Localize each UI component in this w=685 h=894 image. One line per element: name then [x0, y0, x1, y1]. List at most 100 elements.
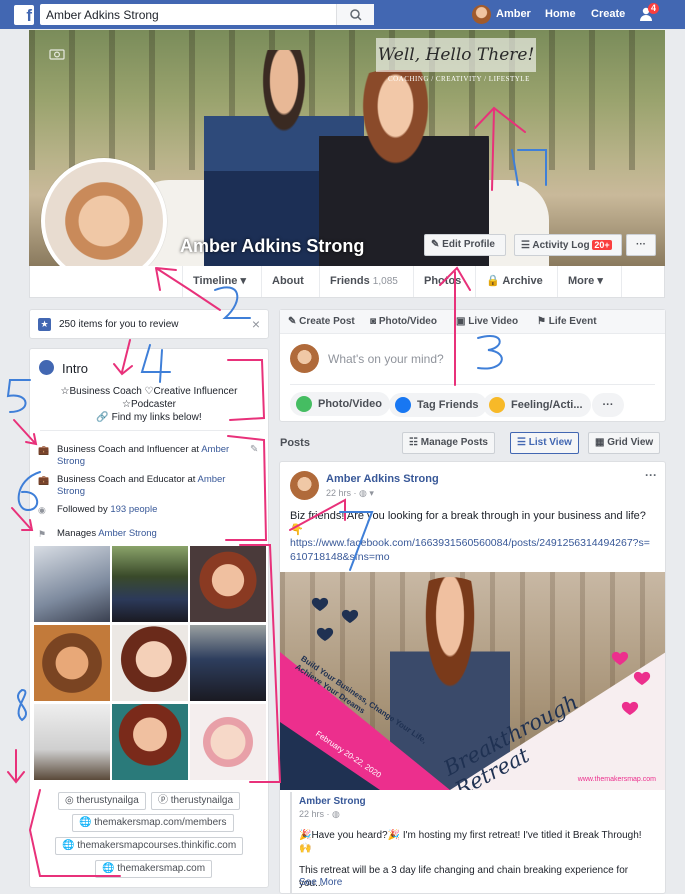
- search-input[interactable]: [40, 4, 340, 25]
- pinterest-icon: ⓟ: [158, 795, 171, 806]
- globe-icon: 🌐: [102, 863, 118, 874]
- photo-video-tab[interactable]: ◙ Photo/Video: [370, 316, 437, 327]
- video-icon: ▣: [456, 316, 469, 327]
- friends-count: 1,085: [372, 276, 398, 287]
- nav-home-link[interactable]: Home: [545, 0, 576, 29]
- followed-link[interactable]: 193 people: [110, 504, 157, 515]
- see-more-link[interactable]: See More: [299, 877, 342, 888]
- manage-posts-button[interactable]: ☷ Manage Posts: [402, 432, 495, 454]
- list-view-button[interactable]: ☰ List View: [510, 432, 579, 454]
- photo-thumbnail[interactable]: [112, 546, 188, 622]
- shared-author-name[interactable]: Amber Strong: [299, 796, 366, 807]
- intro-divider: [40, 430, 260, 431]
- manage-posts-label: Manage Posts: [420, 437, 488, 448]
- annotation-number-8: [16, 689, 28, 722]
- nav-create-link[interactable]: Create: [591, 0, 625, 29]
- tab-photos[interactable]: Photos: [414, 266, 476, 297]
- grid-view-button[interactable]: ▦ Grid View: [588, 432, 661, 454]
- list-icon: ☰: [521, 240, 533, 251]
- annotation-number-5: [6, 379, 31, 413]
- instagram-link[interactable]: ◎ therustynailga: [58, 792, 146, 810]
- composer-input[interactable]: What's on your mind?: [328, 352, 444, 366]
- live-video-tab[interactable]: ▣ Live Video: [456, 316, 518, 327]
- close-icon[interactable]: ×: [252, 316, 260, 332]
- review-card[interactable]: ★ 250 items for you to review ×: [29, 309, 269, 339]
- post-timestamp[interactable]: 22 hrs · ◍ ▾: [326, 488, 374, 499]
- rss-icon: ◉: [38, 505, 46, 515]
- profile-name[interactable]: Amber Adkins Strong: [180, 236, 364, 257]
- life-event-label: Life Event: [548, 316, 597, 327]
- create-post-label: Create Post: [299, 316, 355, 327]
- shared-timestamp[interactable]: 22 hrs · ◍: [299, 809, 340, 820]
- feeling-activity-button[interactable]: Feeling/Acti...: [483, 393, 591, 417]
- globe-icon: 🌐: [79, 817, 95, 828]
- post-author-avatar[interactable]: [290, 471, 319, 500]
- tab-timeline-label: Timeline: [193, 275, 238, 287]
- flag-icon: ⚑: [38, 529, 47, 539]
- privacy-globe-icon[interactable]: ◍ ▾: [359, 488, 374, 498]
- privacy-globe-icon: ◍: [332, 809, 340, 819]
- shared-text-2: This retreat will be a 3 day life changi…: [299, 865, 629, 889]
- photo-video-tab-label: Photo/Video: [378, 316, 437, 327]
- photo-video-button[interactable]: Photo/Video: [290, 392, 390, 416]
- photo-thumbnail[interactable]: [34, 704, 110, 780]
- intro-card: Intro ☆Business Coach ♡Creative Influenc…: [29, 348, 269, 888]
- smiley-icon: [489, 397, 505, 413]
- edit-pencil-icon[interactable]: ✎: [250, 444, 258, 455]
- post-url-link[interactable]: https://www.facebook.com/166393156056008…: [290, 536, 652, 564]
- tab-more-label: More: [568, 275, 595, 287]
- photo-thumbnail[interactable]: [34, 546, 110, 622]
- notification-badge: 4: [648, 3, 660, 14]
- life-event-tab[interactable]: ⚑ Life Event: [537, 316, 597, 327]
- chevron-down-icon: ▾: [240, 275, 247, 287]
- edit-profile-label: Edit Profile: [442, 239, 495, 250]
- shared-quote-bar: [290, 792, 292, 893]
- camera-icon[interactable]: [49, 48, 65, 60]
- tab-friends[interactable]: Friends 1,085: [320, 266, 414, 297]
- pinterest-link[interactable]: ⓟ therustynailga: [151, 792, 241, 810]
- camera-icon: ◙: [370, 316, 379, 327]
- top-navigation-bar: f Amber Home Create 4: [0, 0, 685, 29]
- review-text: 250 items for you to review: [59, 319, 179, 330]
- intro-bio-line2: ☆Podcaster: [122, 399, 176, 410]
- list-icon: ☰: [517, 437, 529, 448]
- post-menu-button[interactable]: ···: [645, 468, 657, 482]
- photo-thumbnail[interactable]: [190, 704, 266, 780]
- briefcase-icon: 💼: [38, 475, 50, 485]
- website-link[interactable]: 🌐 themakersmap.com/members: [72, 814, 234, 832]
- photo-thumbnail[interactable]: [112, 625, 188, 701]
- website-link-label: themakersmap.com: [117, 863, 206, 874]
- facebook-logo-icon[interactable]: f: [14, 5, 34, 25]
- search-button[interactable]: [336, 4, 374, 25]
- post-image[interactable]: Breakthrough Retreat Build Your Business…: [280, 572, 665, 790]
- tag-friends-button[interactable]: Tag Friends: [389, 393, 487, 417]
- tab-about[interactable]: About: [262, 266, 320, 297]
- nav-profile-link[interactable]: Amber: [496, 0, 531, 29]
- photo-icon: [296, 396, 312, 412]
- manages-link[interactable]: Amber Strong: [98, 528, 157, 539]
- tab-archive[interactable]: 🔒 Archive: [476, 266, 558, 297]
- tab-timeline[interactable]: Timeline ▾: [182, 266, 262, 297]
- edit-profile-button[interactable]: ✎ Edit Profile: [424, 234, 506, 256]
- photo-thumbnail[interactable]: [112, 704, 188, 780]
- shared-text-1: 🎉Have you heard?🎉 I'm hosting my first r…: [299, 830, 642, 854]
- more-options-button[interactable]: ···: [626, 234, 656, 256]
- post-author-name[interactable]: Amber Adkins Strong: [326, 473, 439, 485]
- followed-text: Followed by: [57, 504, 111, 515]
- work-2-text: Business Coach and Educator at: [57, 474, 198, 485]
- photo-thumbnail[interactable]: [190, 546, 266, 622]
- tab-more[interactable]: More ▾: [558, 266, 622, 297]
- user-avatar[interactable]: [472, 5, 491, 24]
- photo-thumbnail[interactable]: [34, 625, 110, 701]
- flag-icon: ⚑: [537, 316, 549, 327]
- tag-friends-icon: [395, 397, 411, 413]
- website-link[interactable]: 🌐 themakersmap.com: [95, 860, 213, 878]
- composer-divider: [290, 384, 655, 385]
- composer-more-button[interactable]: ···: [592, 393, 624, 417]
- create-post-tab[interactable]: ✎ Create Post: [288, 316, 355, 327]
- posts-heading: Posts: [280, 437, 310, 449]
- website-link[interactable]: 🌐 themakersmapcourses.thinkific.com: [55, 837, 244, 855]
- search-icon: [350, 9, 362, 21]
- photo-thumbnail[interactable]: [190, 625, 266, 701]
- activity-log-button[interactable]: ☰ Activity Log 20+: [514, 234, 622, 256]
